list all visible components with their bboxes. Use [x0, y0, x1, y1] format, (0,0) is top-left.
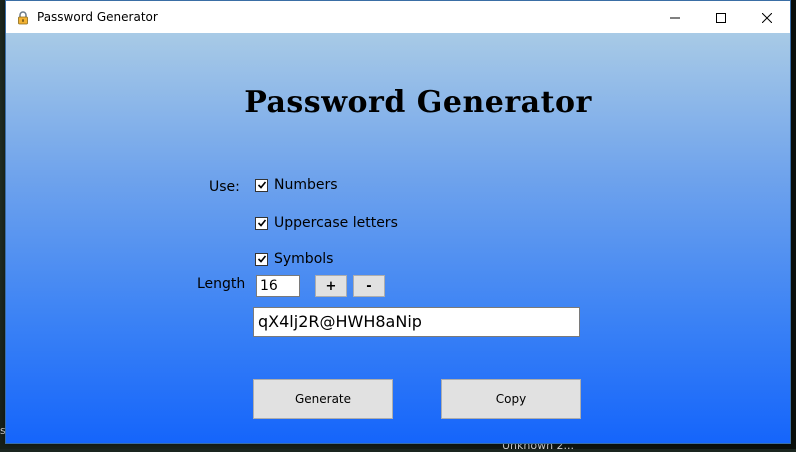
numbers-checkbox-row[interactable]: Numbers	[255, 177, 338, 193]
main-panel: Password Generator Use: Numbers Uppercas…	[6, 33, 790, 443]
lock-icon	[16, 10, 30, 25]
maximize-icon	[716, 8, 726, 27]
uppercase-label: Uppercase letters	[274, 215, 398, 231]
uppercase-checkbox[interactable]	[255, 216, 268, 230]
minimize-icon	[670, 8, 680, 27]
window-title: Password Generator	[37, 10, 158, 24]
decrement-button[interactable]: -	[353, 275, 385, 297]
page-title: Password Generator	[244, 85, 592, 120]
password-output-field[interactable]: qX4lj2R@HWH8aNip	[253, 307, 580, 337]
copy-button[interactable]: Copy	[441, 379, 581, 419]
app-window: Password Generator Password Generator Us…	[5, 0, 791, 444]
numbers-label: Numbers	[274, 177, 338, 193]
generate-button[interactable]: Generate	[253, 379, 393, 419]
title-bar[interactable]: Password Generator	[6, 1, 790, 33]
symbols-checkbox-row[interactable]: Symbols	[255, 251, 333, 267]
length-label: Length	[197, 276, 246, 292]
minimize-button[interactable]	[652, 1, 698, 33]
close-button[interactable]	[744, 1, 790, 33]
close-icon	[761, 8, 773, 27]
symbols-checkbox[interactable]	[255, 252, 268, 266]
numbers-checkbox[interactable]	[255, 178, 268, 192]
use-label: Use:	[209, 179, 240, 195]
symbols-label: Symbols	[274, 251, 334, 267]
maximize-button[interactable]	[698, 1, 744, 33]
length-input[interactable]: 16	[256, 275, 300, 297]
increment-button[interactable]: +	[315, 275, 347, 297]
uppercase-checkbox-row[interactable]: Uppercase letters	[255, 215, 398, 231]
